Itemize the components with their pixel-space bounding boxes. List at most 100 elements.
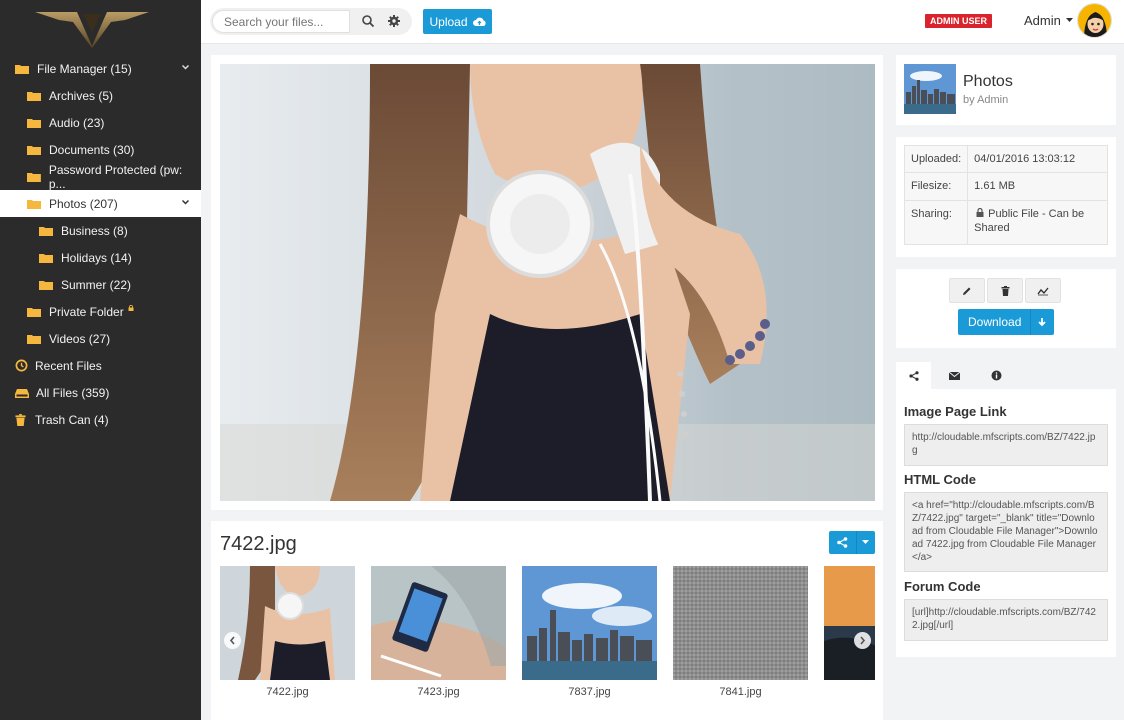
folder-icon [27, 334, 41, 344]
sidebar-item-videos[interactable]: Videos (27) [0, 325, 201, 352]
sidebar-item-label: Business (8) [61, 223, 128, 238]
folder-thumbnail[interactable] [904, 64, 956, 114]
logo[interactable] [33, 8, 151, 48]
chevron-left-icon [229, 636, 235, 645]
chevron-down-icon[interactable] [182, 64, 189, 71]
photo-woman-headphones [220, 64, 875, 501]
file-meta-table: Uploaded: 04/01/2016 13:03:12 Filesize: … [903, 144, 1108, 245]
upload-button[interactable]: Upload [423, 9, 492, 34]
sidebar-item-summer[interactable]: Summer (22) [0, 271, 201, 298]
user-menu[interactable]: Admin [1024, 13, 1073, 28]
thumbnail-next-button[interactable] [854, 632, 871, 649]
sidebar-item-password-protected[interactable]: Password Protected (pw: p... [0, 162, 201, 191]
thumbnail-item[interactable] [522, 566, 657, 680]
sidebar: File Manager (15) Archives (5) Audio (23… [0, 0, 201, 720]
thumbnail-item[interactable] [824, 566, 875, 680]
admin-badge: ADMIN USER [925, 14, 993, 28]
folder-icon [39, 253, 53, 263]
table-row: Sharing: Public File - Can be Shared [903, 199, 1108, 245]
main-image[interactable] [220, 64, 875, 501]
sidebar-item-label: Trash Can (4) [35, 412, 109, 427]
sidebar-item-label: Recent Files [35, 358, 102, 373]
share-icon [908, 370, 919, 381]
sidebar-item-all-files[interactable]: All Files (359) [0, 379, 201, 406]
chart-line-icon [1037, 287, 1049, 295]
sidebar-item-label: Private Folder [49, 304, 124, 319]
clock-icon [15, 359, 28, 372]
meta-key: Filesize: [903, 172, 969, 201]
sidebar-item-photos[interactable]: Photos (207) [0, 190, 201, 217]
sidebar-item-label: Photos (207) [49, 196, 118, 211]
sidebar-item-private-folder[interactable]: Private Folder [0, 298, 201, 325]
caret-down-icon[interactable] [862, 540, 869, 545]
thumbnail-label: 7423.jpg [417, 686, 460, 698]
sidebar-item-label: Summer (22) [61, 277, 132, 292]
avatar-image [1078, 4, 1111, 37]
html-code-field[interactable]: <a href="http://cloudable.mfscripts.com/… [904, 492, 1108, 572]
page-link-heading: Image Page Link [904, 404, 1007, 419]
sidebar-item-holidays[interactable]: Holidays (14) [0, 244, 201, 271]
upload-label: Upload [429, 14, 468, 29]
thumbnail-item[interactable] [673, 566, 808, 680]
thumbnail-image [371, 566, 506, 680]
folder-icon [39, 226, 53, 236]
cloud-upload-icon [472, 17, 486, 26]
download-button[interactable]: Download [958, 309, 1054, 335]
sidebar-item-documents[interactable]: Documents (30) [0, 136, 201, 163]
tab-email[interactable] [937, 362, 972, 389]
meta-key: Sharing: [903, 199, 969, 245]
meta-value-cell: Public File - Can be Shared [967, 199, 1108, 245]
trash-icon [1001, 285, 1009, 296]
file-meta-card: Uploaded: 04/01/2016 13:03:12 Filesize: … [896, 137, 1116, 257]
folder-icon [39, 280, 53, 290]
sidebar-item-archives[interactable]: Archives (5) [0, 82, 201, 109]
image-preview-panel [211, 55, 883, 510]
sidebar-item-label: Documents (30) [49, 142, 135, 157]
thumbnail-prev-button[interactable] [224, 632, 241, 649]
thumbnail-item[interactable] [371, 566, 506, 680]
user-menu-label: Admin [1024, 13, 1061, 28]
file-thumbnails-panel: 7422.jpg 7422.jpg 7423.jpg 7837.jpg 7841… [211, 521, 883, 720]
tab-share[interactable] [896, 362, 931, 389]
caret-down-icon [1065, 18, 1073, 22]
page-link-field[interactable]: http://cloudable.mfscripts.com/BZ/7422.j… [904, 424, 1108, 466]
meta-value: 04/01/2016 13:03:12 [967, 144, 1108, 174]
sidebar-item-label: Archives (5) [49, 88, 114, 103]
thumbnail-image [522, 566, 657, 680]
sidebar-item-label: Password Protected (pw: p... [48, 162, 183, 191]
sidebar-item-label: File Manager (15) [37, 61, 132, 76]
thumbnail-image [220, 566, 355, 680]
meta-value: Public File - Can be Shared [974, 207, 1085, 234]
thumbnail-strip: 7422.jpg 7423.jpg 7837.jpg 7841.jpg [220, 566, 875, 706]
stats-button[interactable] [1025, 278, 1061, 303]
sidebar-item-business[interactable]: Business (8) [0, 217, 201, 244]
sidebar-item-recent-files[interactable]: Recent Files [0, 352, 201, 379]
thumbnail-label: 7 [824, 686, 875, 698]
chevron-down-icon[interactable] [182, 199, 189, 206]
thumbnail-label: 7422.jpg [266, 686, 309, 698]
delete-button[interactable] [987, 278, 1023, 303]
thumbnail-item[interactable] [220, 566, 355, 680]
html-code-heading: HTML Code [904, 472, 976, 487]
sidebar-item-file-manager[interactable]: File Manager (15) [0, 55, 201, 82]
forum-code-field[interactable]: [url]http://cloudable.mfscripts.com/BZ/7… [904, 599, 1108, 641]
envelope-icon [949, 371, 960, 380]
search-icon[interactable] [360, 13, 376, 29]
avatar[interactable] [1077, 3, 1112, 38]
drive-icon [15, 388, 29, 398]
file-name-title: 7422.jpg [220, 533, 297, 555]
tab-info[interactable] [979, 362, 1014, 389]
sidebar-item-audio[interactable]: Audio (23) [0, 109, 201, 136]
share-icon [837, 537, 848, 548]
sidebar-item-trash-can[interactable]: Trash Can (4) [0, 406, 201, 433]
folder-icon [27, 91, 41, 101]
folder-owner: by Admin [963, 94, 1009, 106]
share-button[interactable] [829, 531, 875, 554]
edit-button[interactable] [949, 278, 985, 303]
lock-icon [976, 207, 984, 217]
folder-icon [27, 199, 41, 209]
folder-icon [27, 118, 41, 128]
folder-thumbnail-image [904, 64, 956, 114]
search-input[interactable] [212, 10, 350, 33]
gear-icon[interactable] [386, 13, 402, 29]
